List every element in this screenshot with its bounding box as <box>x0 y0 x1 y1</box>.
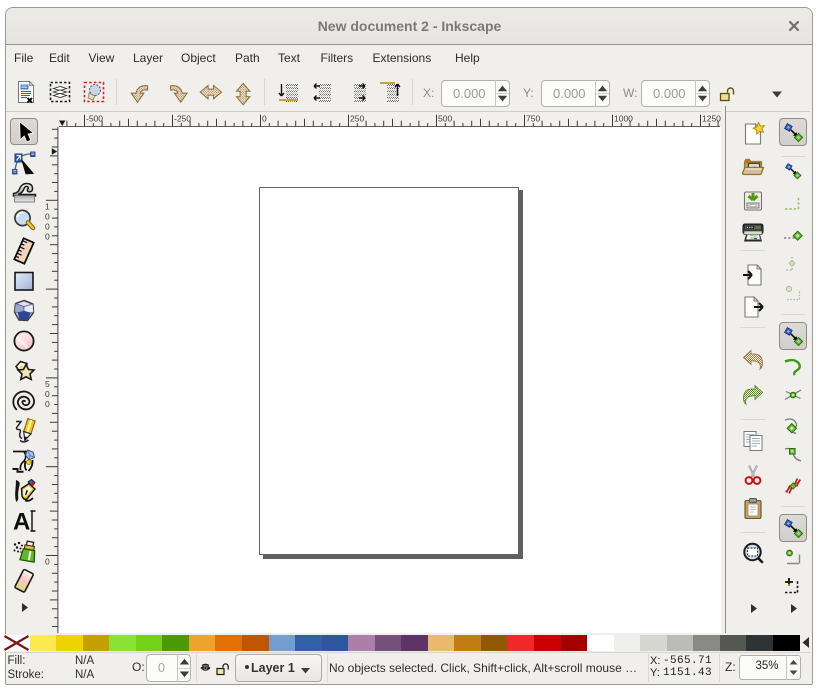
svg-text:0: 0 <box>45 557 50 567</box>
svg-text:750: 750 <box>526 114 540 124</box>
svg-text:0: 0 <box>262 114 267 124</box>
svg-text:0: 0 <box>45 221 50 231</box>
svg-text:500: 500 <box>438 114 452 124</box>
svg-text:0: 0 <box>45 389 50 399</box>
svg-text:5: 5 <box>45 379 50 389</box>
svg-text:1: 1 <box>45 201 50 211</box>
svg-text:0: 0 <box>45 211 50 221</box>
svg-text:0: 0 <box>45 231 50 241</box>
svg-text:A: A <box>13 509 30 536</box>
svg-text:-500: -500 <box>86 114 103 124</box>
svg-text:250: 250 <box>350 114 364 124</box>
svg-text:-250: -250 <box>174 114 191 124</box>
svg-text:0: 0 <box>45 399 50 409</box>
